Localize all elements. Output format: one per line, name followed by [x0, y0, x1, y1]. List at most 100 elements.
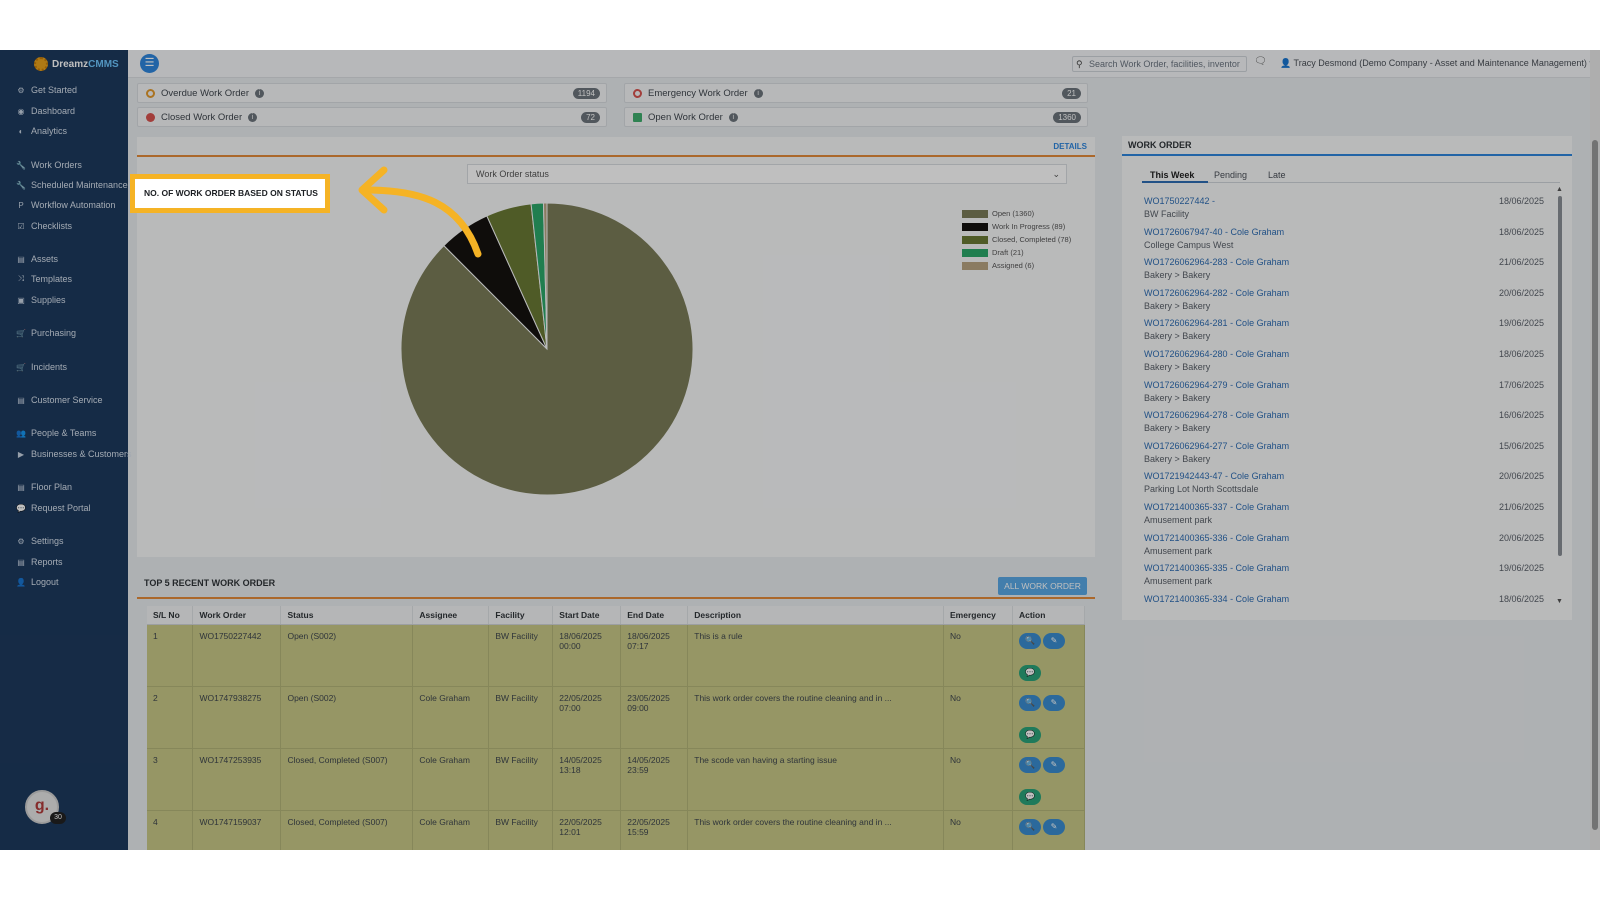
edit-icon[interactable]: ✎: [1042, 818, 1065, 835]
sidebar-item-get-started[interactable]: ⚙ Get Started: [16, 83, 77, 97]
checkbox-icon: ☑: [17, 221, 25, 231]
scroll-up-icon[interactable]: ▲: [1556, 186, 1563, 193]
edit-icon[interactable]: ✎: [1042, 632, 1065, 649]
work-order-link[interactable]: WO1721400365-336 - Cole Graham: [1144, 533, 1289, 543]
chat-icon[interactable]: 🗨: [1254, 56, 1267, 67]
table-cell: WO1750227442: [192, 624, 282, 687]
comment-icon[interactable]: 💬: [1018, 726, 1041, 743]
sidebar-item-work-orders[interactable]: 🔧 Work Orders: [16, 158, 82, 172]
sidebar-item-dashboard[interactable]: ◉ Dashboard: [16, 104, 76, 118]
sidebar-item-settings[interactable]: ⚙ Settings: [16, 534, 63, 548]
chart-type-select[interactable]: Work Order status ⌄: [467, 164, 1067, 184]
work-order-link[interactable]: WO1721942443-47 - Cole Graham: [1144, 471, 1284, 481]
table-cell: 18/06/2025 07:17: [620, 624, 689, 687]
sidebar-item-label: Templates: [31, 274, 73, 284]
edit-icon[interactable]: ✎: [1042, 756, 1065, 773]
work-order-link[interactable]: WO1721400365-337 - Cole Graham: [1144, 502, 1289, 512]
all-work-order-button[interactable]: ALL WORK ORDER: [998, 577, 1087, 595]
stat-overdue-work-order[interactable]: Overdue Work Order i 1194: [137, 83, 607, 103]
info-icon[interactable]: i: [728, 112, 738, 122]
work-order-link[interactable]: WO1726062964-279 - Cole Graham: [1144, 380, 1289, 390]
stat-closed-work-order[interactable]: Closed Work Order i 72: [137, 107, 607, 127]
column-header[interactable]: Description: [687, 606, 945, 625]
sidebar-item-customer-service[interactable]: ▤ Customer Service: [16, 393, 102, 407]
legend-item[interactable]: Closed, Completed (78): [962, 233, 1071, 246]
work-order-link[interactable]: WO1726067947-40 - Cole Graham: [1144, 227, 1284, 237]
work-order-link[interactable]: WO1726062964-278 - Cole Graham: [1144, 410, 1289, 420]
comment-icon[interactable]: 💬: [1018, 664, 1041, 681]
work-order-link[interactable]: WO1721400365-334 - Cole Graham: [1144, 594, 1289, 604]
tab-pending[interactable]: Pending: [1214, 170, 1247, 180]
sidebar-item-analytics[interactable]: ◐ Analytics: [16, 124, 67, 138]
sidebar-item-checklists[interactable]: ☑ Checklists: [16, 219, 72, 233]
sidebar-item-incidents[interactable]: 🛒 Incidents: [16, 360, 67, 374]
column-header[interactable]: Emergency: [943, 606, 1013, 625]
edit-icon[interactable]: ✎: [1042, 694, 1065, 711]
column-header[interactable]: Facility: [488, 606, 554, 625]
view-icon[interactable]: 🔍: [1018, 756, 1041, 773]
chat-icon: 💬: [16, 503, 26, 513]
work-order-location: Bakery > Bakery: [1144, 453, 1211, 464]
brand-logo[interactable]: Dreamz CMMS: [0, 50, 128, 78]
work-order-date: 20/06/2025: [1498, 532, 1544, 543]
column-header[interactable]: End Date: [620, 606, 689, 625]
column-header[interactable]: Start Date: [552, 606, 622, 625]
work-order-link[interactable]: WO1726062964-277 - Cole Graham: [1144, 441, 1289, 451]
comment-icon[interactable]: 💬: [1018, 788, 1041, 805]
sidebar-item-supplies[interactable]: ▣ Supplies: [16, 293, 65, 307]
legend-swatch: [962, 248, 988, 257]
table-row[interactable]: 2 WO1747938275 Open (S002) Cole Graham BW Fa…: [147, 686, 1086, 749]
work-order-link[interactable]: WO1750227442 -: [1144, 196, 1215, 206]
work-order-link[interactable]: WO1726062964-281 - Cole Graham: [1144, 318, 1289, 328]
stat-emergency-work-order[interactable]: Emergency Work Order i 21: [624, 83, 1088, 103]
work-order-link[interactable]: WO1726062964-280 - Cole Graham: [1144, 349, 1289, 359]
menu-toggle-button[interactable]: ☰: [140, 54, 159, 73]
stat-open-work-order[interactable]: Open Work Order i 1360: [624, 107, 1088, 127]
scrollbar-thumb[interactable]: [1592, 140, 1598, 830]
legend-item[interactable]: Open (1360): [962, 207, 1071, 220]
table-cell: No: [943, 624, 1013, 687]
info-icon[interactable]: i: [753, 88, 763, 98]
work-order-link[interactable]: WO1726062964-282 - Cole Graham: [1144, 288, 1289, 298]
table-row[interactable]: 4 WO1747159037 Closed, Completed (S007) Col…: [147, 810, 1086, 850]
sidebar-item-reports[interactable]: ▤ Reports: [16, 555, 62, 569]
column-header[interactable]: Status: [280, 606, 414, 625]
sidebar-item-businesses-customers[interactable]: ▶ Businesses & Customers: [16, 447, 132, 461]
work-order-link[interactable]: WO1721400365-335 - Cole Graham: [1144, 563, 1289, 573]
sidebar-item-request-portal[interactable]: 💬 Request Portal: [16, 501, 91, 515]
info-icon[interactable]: i: [248, 112, 258, 122]
sidebar-item-people-teams[interactable]: 👥 People & Teams: [16, 426, 96, 440]
tab-this-week[interactable]: This Week: [1150, 170, 1194, 180]
work-order-link[interactable]: WO1726062964-283 - Cole Graham: [1144, 257, 1289, 267]
tab-late[interactable]: Late: [1268, 170, 1286, 180]
column-header[interactable]: Work Order: [192, 606, 282, 625]
legend-item[interactable]: Draft (21): [962, 246, 1071, 259]
legend-item[interactable]: Assigned (6): [962, 259, 1071, 272]
column-header[interactable]: S/L No: [147, 606, 194, 625]
view-icon[interactable]: 🔍: [1018, 632, 1041, 649]
view-icon[interactable]: 🔍: [1018, 694, 1041, 711]
sidebar-item-templates[interactable]: ⤨ Templates: [16, 272, 72, 286]
view-icon[interactable]: 🔍: [1018, 818, 1041, 835]
work-order-list-scrollbar[interactable]: [1558, 196, 1562, 556]
sidebar-item-assets[interactable]: ▤ Assets: [16, 252, 58, 266]
column-header: Action: [1012, 606, 1086, 625]
user-menu[interactable]: 👤 Tracy Desmond (Demo Company - Asset an…: [1280, 58, 1594, 69]
legend-item[interactable]: Work In Progress (89): [962, 220, 1071, 233]
cart-icon: 🛒: [16, 362, 26, 372]
sidebar-item-floor-plan[interactable]: ▤ Floor Plan: [16, 480, 72, 494]
table-row[interactable]: 3 WO1747253935 Closed, Completed (S007) Col…: [147, 748, 1086, 811]
info-icon[interactable]: i: [255, 88, 264, 98]
global-search-input[interactable]: ⚲ Search Work Order, facilities, invento…: [1072, 56, 1247, 72]
sidebar-item-scheduled-maintenance[interactable]: 🔧 Scheduled Maintenance: [16, 178, 128, 192]
sidebar-item-label: Dashboard: [31, 106, 76, 116]
column-header[interactable]: Assignee: [412, 606, 490, 625]
sidebar-item-workflow-automation[interactable]: P Workflow Automation: [16, 198, 115, 212]
sidebar-item-logout[interactable]: 👤 Logout: [16, 575, 59, 589]
page-scrollbar[interactable]: [1590, 50, 1600, 850]
details-link[interactable]: DETAILS: [1053, 142, 1087, 151]
sidebar-item-purchasing[interactable]: 🛒 Purchasing: [16, 326, 76, 340]
table-row[interactable]: 1 WO1750227442 Open (S002) BW Facility 18/06…: [147, 624, 1086, 687]
work-order-date: 21/06/2025: [1498, 502, 1544, 512]
scroll-down-icon[interactable]: ▼: [1556, 598, 1563, 605]
